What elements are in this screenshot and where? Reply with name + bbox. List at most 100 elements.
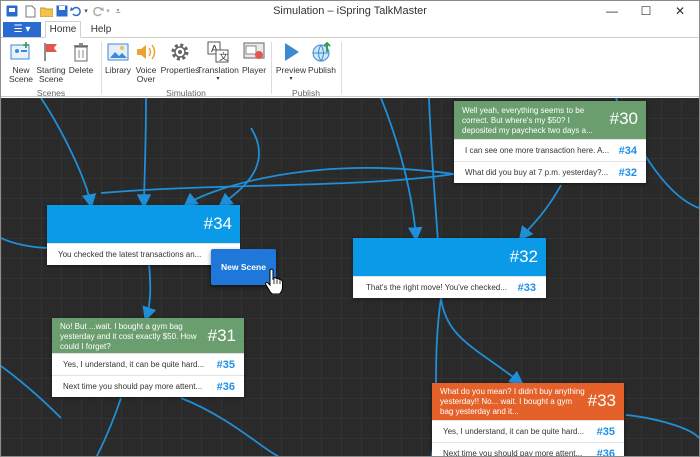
preview-button[interactable]: Preview ▾ bbox=[275, 40, 307, 84]
scene-text: Well yeah, everything seems to be correc… bbox=[462, 106, 593, 135]
scene-text: What do you mean? I didn't buy anything … bbox=[440, 387, 585, 416]
reply-row[interactable]: Next time you should pay more attent... … bbox=[52, 375, 244, 397]
link-arrow bbox=[625, 414, 699, 439]
publish-label: Publish bbox=[308, 65, 336, 75]
translation-label: Translation bbox=[197, 65, 239, 75]
voice-over-label: Voice Over bbox=[135, 65, 157, 84]
tab-home[interactable]: Home bbox=[45, 21, 81, 38]
link-arrow bbox=[40, 98, 97, 209]
starting-scene-button[interactable]: Starting Scene bbox=[36, 40, 66, 84]
link-arrow bbox=[100, 173, 455, 194]
gear-icon bbox=[168, 40, 192, 64]
group-label-simulation: Simulation bbox=[166, 88, 206, 98]
scene-card-33[interactable]: What do you mean? I didn't buy anything … bbox=[432, 383, 624, 457]
ribbon-separator bbox=[101, 42, 102, 94]
reply-row[interactable]: Yes, I understand, it can be quite hard.… bbox=[432, 420, 624, 442]
starting-scene-label: Starting Scene bbox=[36, 65, 66, 84]
link-arrow bbox=[518, 184, 562, 241]
reply-row[interactable]: That's the right move! You've checked...… bbox=[353, 276, 546, 298]
link-arrow bbox=[218, 127, 260, 208]
translation-dropdown-icon: ▾ bbox=[216, 76, 220, 82]
preview-label: Preview bbox=[275, 65, 307, 75]
scene-header: Well yeah, everything seems to be correc… bbox=[454, 101, 646, 139]
new-scene-icon bbox=[9, 40, 33, 64]
new-scene-button[interactable]: New Scene bbox=[7, 40, 35, 84]
scene-canvas[interactable]: Well yeah, everything seems to be correc… bbox=[1, 98, 699, 457]
reply-target: #34 bbox=[618, 144, 637, 157]
new-scene-label: New Scene bbox=[8, 65, 34, 84]
flag-icon bbox=[39, 40, 63, 64]
translation-icon: A文 bbox=[206, 40, 230, 64]
scene-number: #30 bbox=[609, 109, 638, 128]
ribbon: New Scene Starting Scene Delete Scenes L… bbox=[1, 37, 699, 98]
library-label: Library bbox=[105, 65, 131, 75]
file-menu-button[interactable]: ☰ ▾ bbox=[3, 22, 41, 37]
ribbon-tabs: ☰ ▾ Home Help bbox=[1, 21, 699, 38]
title-bar: ▾ ▾ ⩡ Simulation – iSpring TalkMaster — … bbox=[1, 1, 699, 21]
delete-button[interactable]: Delete bbox=[68, 40, 94, 75]
reply-text: What did you buy at 7 p.m. yesterday?... bbox=[465, 168, 609, 177]
reply-row[interactable]: What did you buy at 7 p.m. yesterday?...… bbox=[454, 161, 646, 183]
reply-text: Yes, I understand, it can be quite hard.… bbox=[443, 427, 585, 436]
close-button[interactable]: ✕ bbox=[663, 1, 697, 21]
svg-text:文: 文 bbox=[219, 51, 228, 63]
tab-help[interactable]: Help bbox=[85, 21, 117, 38]
reply-target: #33 bbox=[517, 281, 536, 294]
image-library-icon bbox=[106, 40, 130, 64]
ribbon-separator bbox=[341, 42, 342, 94]
scene-card-31[interactable]: No! But ...wait. I bought a gym bag yest… bbox=[52, 318, 244, 397]
reply-text: That's the right move! You've checked... bbox=[366, 283, 507, 292]
link-arrow bbox=[1, 237, 52, 249]
player-icon bbox=[242, 40, 266, 64]
delete-label: Delete bbox=[68, 65, 94, 75]
properties-label: Properties bbox=[160, 65, 200, 75]
scene-number: #33 bbox=[587, 391, 616, 410]
player-button[interactable]: Player bbox=[241, 40, 267, 75]
reply-row[interactable]: I can see one more transaction here. A..… bbox=[454, 139, 646, 161]
link-arrow bbox=[142, 262, 157, 322]
ribbon-separator bbox=[271, 42, 272, 94]
maximize-button[interactable]: ☐ bbox=[629, 1, 663, 21]
reply-target: #36 bbox=[216, 380, 235, 393]
publish-button[interactable]: Publish bbox=[307, 40, 337, 75]
play-icon bbox=[279, 40, 303, 64]
reply-target: #35 bbox=[596, 425, 615, 438]
properties-button[interactable]: Properties bbox=[161, 40, 199, 75]
scene-header: No! But ...wait. I bought a gym bag yest… bbox=[52, 318, 244, 353]
reply-text: You checked the latest transactions an..… bbox=[58, 250, 202, 259]
reply-target: #35 bbox=[216, 358, 235, 371]
group-label-publish: Publish bbox=[292, 88, 320, 98]
scene-card-30[interactable]: Well yeah, everything seems to be correc… bbox=[454, 101, 646, 183]
scene-number: #34 bbox=[203, 214, 232, 233]
reply-text: Next time you should pay more attent... bbox=[63, 382, 203, 391]
reply-text: Next time you should pay more attent... bbox=[443, 449, 583, 457]
group-label-scenes: Scenes bbox=[36, 88, 66, 98]
player-label: Player bbox=[241, 65, 267, 75]
scene-number: #31 bbox=[207, 326, 236, 345]
reply-text: Yes, I understand, it can be quite hard.… bbox=[63, 360, 205, 369]
reply-target: #36 bbox=[596, 447, 615, 457]
scene-number: #32 bbox=[509, 247, 538, 266]
reply-row[interactable]: Next time you should pay more attent... … bbox=[432, 442, 624, 457]
app-window: ▾ ▾ ⩡ Simulation – iSpring TalkMaster — … bbox=[0, 0, 700, 457]
reply-row[interactable]: Yes, I understand, it can be quite hard.… bbox=[52, 353, 244, 375]
link-arrow bbox=[136, 98, 152, 209]
scene-card-32[interactable]: #32 That's the right move! You've checke… bbox=[353, 238, 546, 298]
voice-over-button[interactable]: Voice Over bbox=[133, 40, 159, 84]
link-arrow bbox=[440, 297, 524, 386]
scene-header: #34 bbox=[47, 205, 240, 243]
link-arrow bbox=[180, 397, 280, 456]
link-arrow bbox=[95, 397, 122, 456]
library-button[interactable]: Library bbox=[104, 40, 132, 75]
minimize-button[interactable]: — bbox=[595, 1, 629, 21]
translation-button[interactable]: A文 Translation ▾ bbox=[197, 40, 239, 84]
preview-dropdown-icon: ▾ bbox=[289, 76, 293, 82]
scene-header: What do you mean? I didn't buy anything … bbox=[432, 383, 624, 420]
speaker-icon bbox=[134, 40, 158, 64]
reply-text: I can see one more transaction here. A..… bbox=[465, 146, 610, 155]
scene-text: No! But ...wait. I bought a gym bag yest… bbox=[60, 322, 197, 351]
trash-icon bbox=[69, 40, 93, 64]
hand-cursor-icon bbox=[264, 268, 283, 294]
globe-publish-icon bbox=[310, 40, 334, 64]
scene-header: #32 bbox=[353, 238, 546, 276]
